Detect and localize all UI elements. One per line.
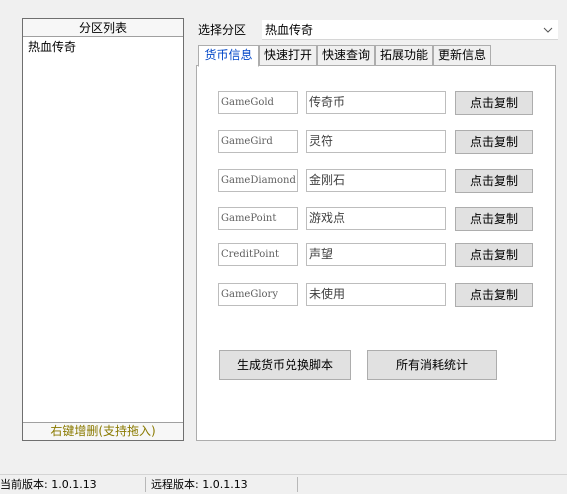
consumption-stats-button[interactable]: 所有消耗统计 xyxy=(367,350,497,380)
copy-button[interactable]: 点击复制 xyxy=(455,243,533,267)
copy-button[interactable]: 点击复制 xyxy=(455,91,533,115)
remote-version-text: 远程版本: 1.0.1.13 xyxy=(151,478,248,491)
region-select-value: 热血传奇 xyxy=(265,23,314,37)
copy-button[interactable]: 点击复制 xyxy=(455,207,533,231)
tab-update-info[interactable]: 更新信息 xyxy=(433,45,491,66)
currency-name-field[interactable]: 灵符 xyxy=(306,130,446,153)
partition-list-panel: 分区列表 热血传奇 右键增删(支持拖入) xyxy=(22,18,184,441)
tab-currency-info[interactable]: 货币信息 xyxy=(198,45,259,67)
copy-button[interactable]: 点击复制 xyxy=(455,283,533,307)
currency-code-field[interactable]: GameDiamond xyxy=(218,169,298,192)
copy-button[interactable]: 点击复制 xyxy=(455,130,533,154)
chevron-down-icon[interactable] xyxy=(541,20,555,40)
region-select-label: 选择分区 xyxy=(198,23,247,37)
currency-name-field[interactable]: 未使用 xyxy=(306,283,446,306)
status-separator xyxy=(297,477,298,492)
generate-exchange-script-button[interactable]: 生成货币兑换脚本 xyxy=(219,350,351,380)
currency-code-field[interactable]: GameGird xyxy=(218,130,298,153)
currency-code-field[interactable]: CreditPoint xyxy=(218,243,298,266)
tab-extensions[interactable]: 拓展功能 xyxy=(375,45,433,66)
currency-info-panel: GameGold 传奇币 点击复制 GameGird 灵符 点击复制 GameD… xyxy=(196,65,556,441)
tab-quick-query[interactable]: 快速查询 xyxy=(317,45,375,66)
partition-list-hint: 右键增删(支持拖入) xyxy=(23,422,183,440)
status-separator xyxy=(145,477,146,492)
currency-name-field[interactable]: 声望 xyxy=(306,243,446,266)
currency-name-field[interactable]: 金刚石 xyxy=(306,169,446,192)
currency-code-field[interactable]: GamePoint xyxy=(218,207,298,230)
partition-list-item[interactable]: 热血传奇 xyxy=(23,38,183,56)
current-version-text: 当前版本: 1.0.1.13 xyxy=(0,478,97,491)
region-select[interactable]: 热血传奇 xyxy=(262,20,558,40)
tab-quick-open[interactable]: 快速打开 xyxy=(259,45,317,66)
currency-code-field[interactable]: GameGlory xyxy=(218,283,298,306)
status-bar: 当前版本: 1.0.1.13 远程版本: 1.0.1.13 xyxy=(0,474,567,493)
currency-code-field[interactable]: GameGold xyxy=(218,91,298,114)
partition-list[interactable]: 热血传奇 xyxy=(23,38,183,421)
copy-button[interactable]: 点击复制 xyxy=(455,169,533,193)
currency-name-field[interactable]: 游戏点 xyxy=(306,207,446,230)
currency-name-field[interactable]: 传奇币 xyxy=(306,91,446,114)
partition-list-header: 分区列表 xyxy=(23,19,183,37)
